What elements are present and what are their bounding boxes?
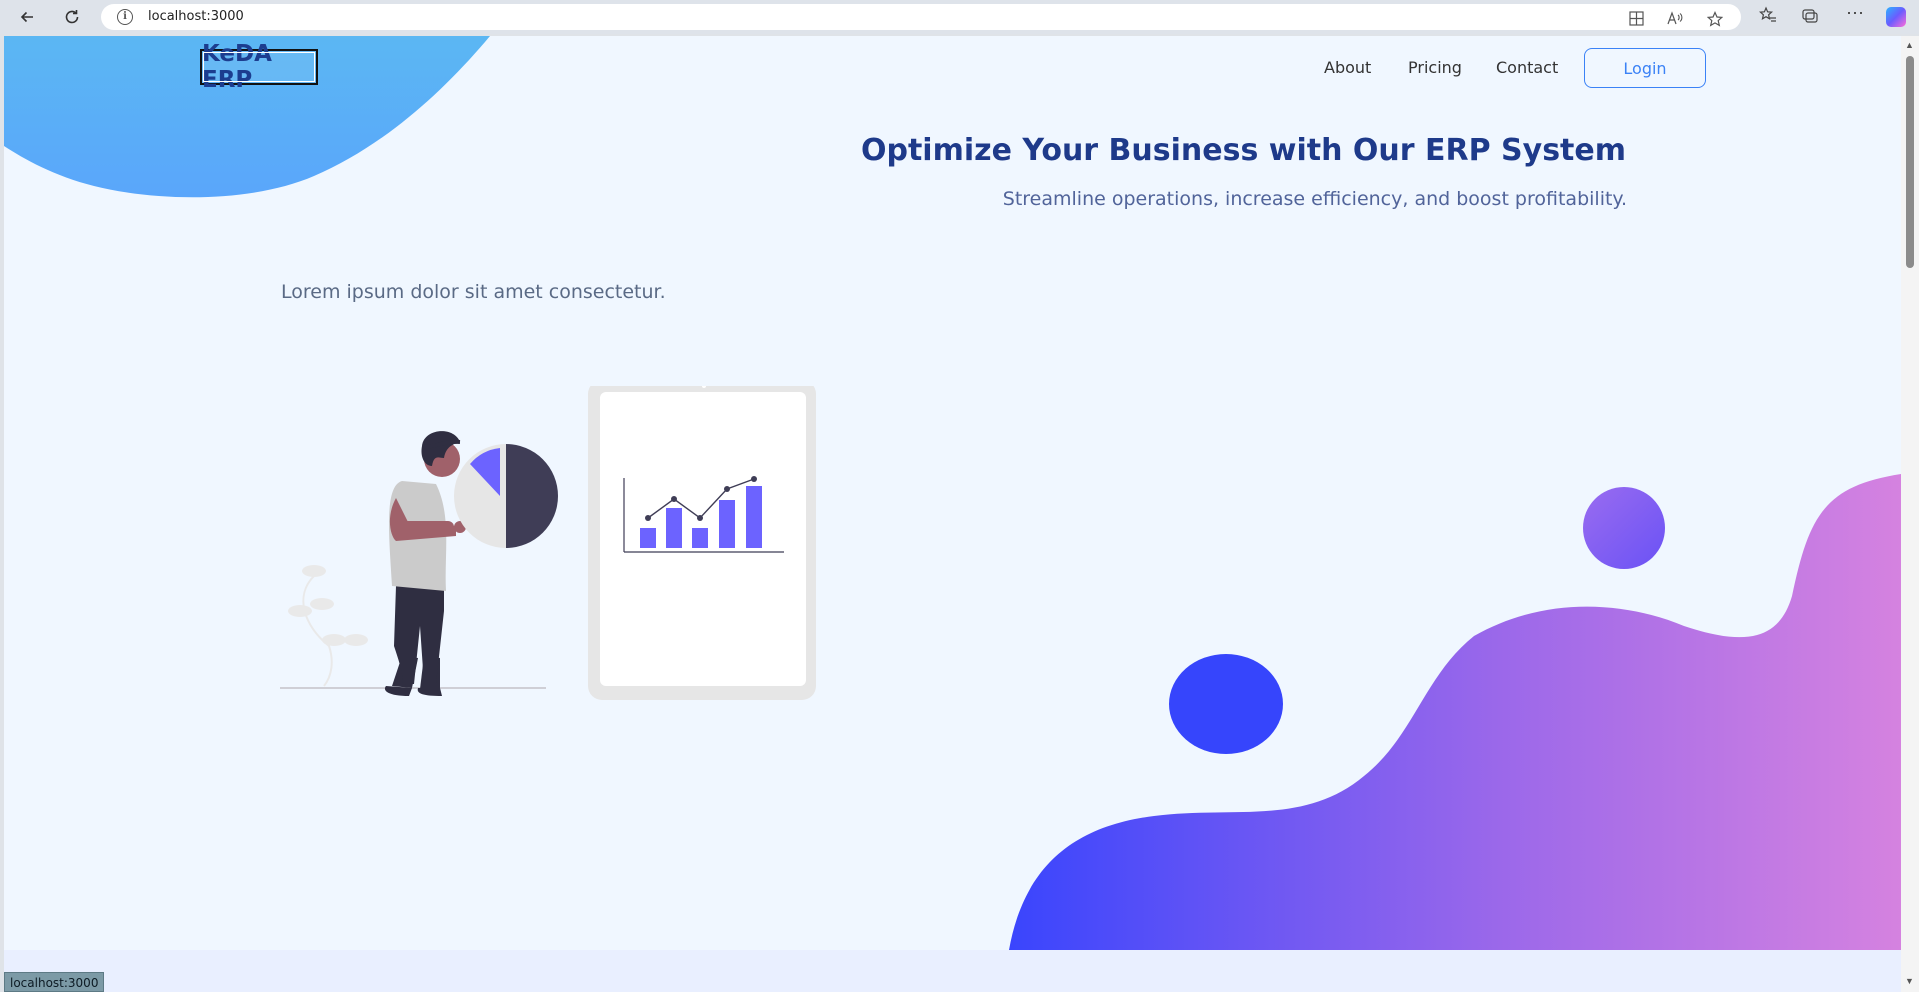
- scroll-down-icon[interactable]: ▼: [1905, 976, 1914, 986]
- site-info-icon[interactable]: i: [117, 9, 133, 25]
- page-scrollbar[interactable]: ▲ ▼: [1901, 36, 1919, 992]
- hero-title: Optimize Your Business with Our ERP Syst…: [860, 133, 1626, 168]
- browser-toolbar: i localhost:3000 ⋯: [0, 0, 1919, 34]
- logo-text: KeDA ERP: [202, 41, 272, 93]
- scrollbar-thumb[interactable]: [1906, 56, 1914, 268]
- more-options-icon[interactable]: ⋯: [1846, 3, 1864, 24]
- nav-link-contact[interactable]: Contact: [1496, 58, 1558, 77]
- decorative-circle-blue: [1169, 654, 1283, 754]
- read-aloud-icon[interactable]: [1667, 11, 1683, 29]
- business-analytics-illustration: [280, 386, 816, 700]
- decorative-circle-violet: [1583, 487, 1665, 569]
- address-url: localhost:3000: [148, 9, 244, 24]
- pie-chart-illustration: [454, 444, 558, 548]
- back-icon[interactable]: [14, 4, 40, 30]
- status-bar-url: localhost:3000: [4, 972, 105, 992]
- person-illustration: [384, 431, 466, 696]
- scroll-up-icon[interactable]: ▲: [1905, 40, 1914, 50]
- address-bar[interactable]: i localhost:3000: [101, 4, 1741, 30]
- favorites-icon[interactable]: [1758, 6, 1777, 29]
- plant-illustration: [288, 565, 368, 687]
- hero-subtitle: Streamline operations, increase efficien…: [1002, 188, 1627, 210]
- favorite-star-icon[interactable]: [1706, 11, 1724, 30]
- collections-icon[interactable]: [1801, 6, 1819, 29]
- nav-link-pricing[interactable]: Pricing: [1408, 58, 1462, 77]
- reload-icon[interactable]: [59, 4, 85, 30]
- brand-logo[interactable]: KeDA ERP: [200, 41, 318, 93]
- copilot-icon[interactable]: [1886, 7, 1906, 27]
- next-section-band: [4, 950, 1901, 992]
- page-viewport: KeDA ERP About Pricing Contact Login Opt…: [4, 36, 1901, 992]
- login-button[interactable]: Login: [1584, 48, 1706, 88]
- nav-link-about[interactable]: About: [1324, 58, 1371, 77]
- app-available-icon[interactable]: [1629, 11, 1644, 29]
- hero-description: Lorem ipsum dolor sit amet consectetur.: [281, 281, 666, 303]
